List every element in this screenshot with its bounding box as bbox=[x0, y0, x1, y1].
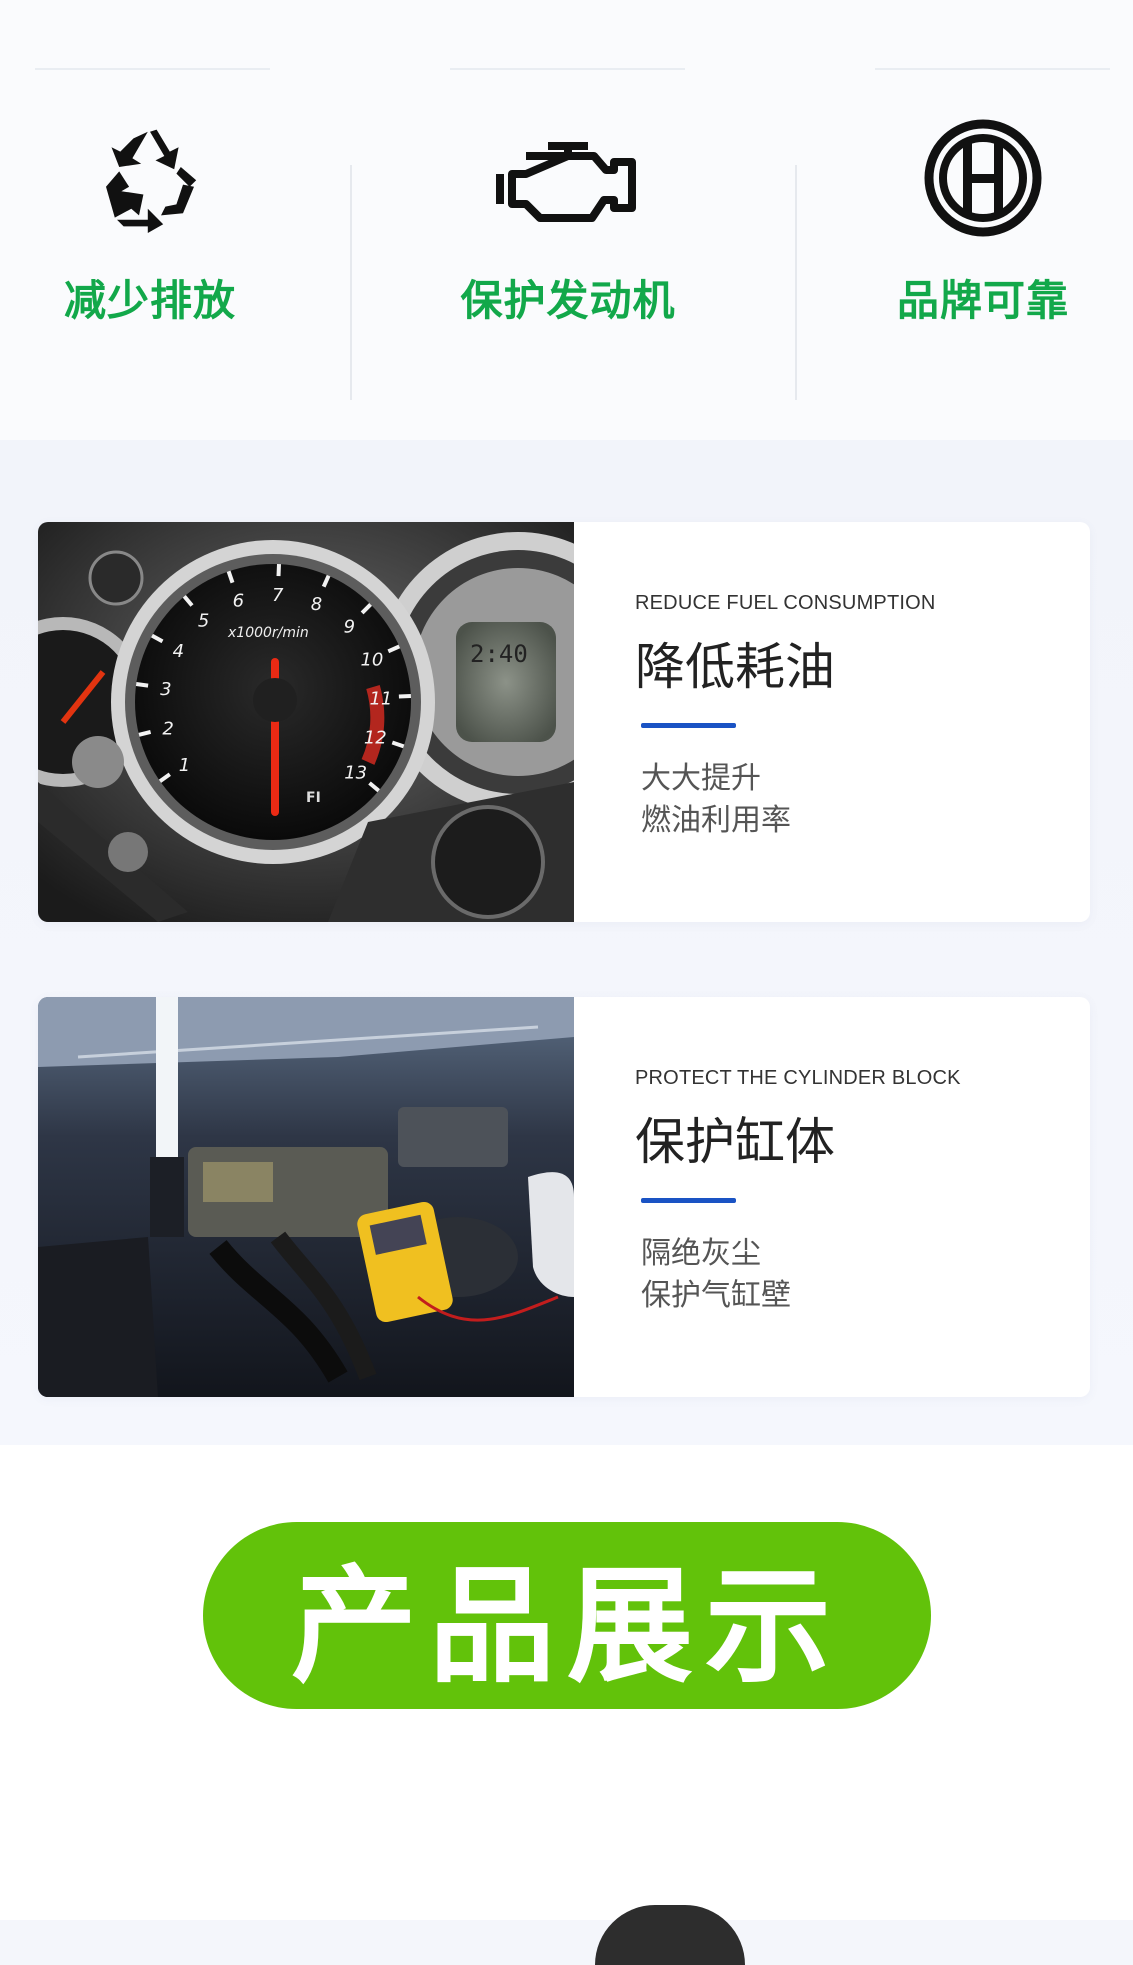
card-reduce-fuel: 2:40 1 2 3 4 5 6 7 8 9 10 11 12 13 x1000r/min FI RED… bbox=[38, 522, 1090, 922]
description-line: 燃油利用率 bbox=[641, 803, 791, 838]
gauge-tick-label: 1 bbox=[179, 755, 190, 776]
card-protect-cylinder: PROTECT THE CYLINDER BLOCK 保护缸体 隔绝灰尘 保护气… bbox=[38, 997, 1090, 1397]
gauge-clock: 2:40 bbox=[470, 640, 528, 668]
divider bbox=[35, 68, 270, 70]
gauge-tick-mark bbox=[398, 694, 411, 699]
gauge-tick-label: 11 bbox=[369, 688, 392, 709]
description-line: 大大提升 bbox=[641, 761, 761, 796]
accent-bar bbox=[641, 1198, 736, 1203]
recycle-icon bbox=[0, 110, 300, 245]
card-text: REDUCE FUEL CONSUMPTION 降低耗油 大大提升 燃油利用率 bbox=[635, 592, 936, 842]
gauge-tick-label: 12 bbox=[364, 728, 387, 749]
gauge-tick-label: 3 bbox=[160, 679, 171, 700]
gauge-tick-label: 7 bbox=[272, 585, 284, 606]
card-description: 大大提升 燃油利用率 bbox=[641, 758, 936, 842]
card-subtitle: PROTECT THE CYLINDER BLOCK bbox=[635, 1067, 961, 1089]
divider bbox=[875, 68, 1110, 70]
product-showcase-banner: 产品展示 bbox=[203, 1522, 931, 1709]
gauge-tick-label: 6 bbox=[233, 591, 244, 612]
feature-reliable-brand: 品牌可靠 bbox=[833, 110, 1133, 328]
gauge-tick-label: 8 bbox=[311, 594, 322, 615]
feature-reduce-emissions: 减少排放 bbox=[0, 110, 300, 328]
gauge-tick-label: 4 bbox=[173, 641, 184, 662]
brand-logo-icon bbox=[833, 110, 1133, 245]
gauge-tick-mark bbox=[138, 729, 152, 737]
feature-label: 品牌可靠 bbox=[896, 276, 1069, 325]
feature-protect-engine: 保护发动机 bbox=[418, 110, 718, 328]
divider bbox=[795, 165, 797, 400]
description-line: 保护气缸壁 bbox=[641, 1278, 791, 1313]
feature-label: 保护发动机 bbox=[460, 276, 676, 325]
gauge-tick-mark bbox=[276, 564, 281, 577]
feature-label: 减少排放 bbox=[63, 276, 236, 325]
gauge-tick-label: 9 bbox=[344, 617, 355, 638]
gauge-tick-label: 10 bbox=[360, 650, 383, 671]
card-title: 保护缸体 bbox=[635, 1113, 835, 1171]
gauge-unit: x1000r/min bbox=[227, 625, 309, 641]
card-description: 隔绝灰尘 保护气缸壁 bbox=[641, 1233, 961, 1317]
card-subtitle: REDUCE FUEL CONSUMPTION bbox=[635, 592, 936, 614]
gauge-tick-label: 13 bbox=[344, 762, 367, 783]
feature-strip: 减少排放 保护发动机 品牌可靠 bbox=[0, 0, 1133, 440]
engine-icon bbox=[418, 110, 718, 245]
divider bbox=[350, 165, 352, 400]
dashboard-photo: 2:40 1 2 3 4 5 6 7 8 9 10 11 12 13 x1000r/min FI bbox=[38, 522, 574, 922]
card-title: 降低耗油 bbox=[635, 638, 835, 696]
accent-bar bbox=[641, 723, 736, 728]
engine-bay-photo bbox=[38, 997, 574, 1397]
gauge-tick-mark bbox=[135, 682, 149, 688]
gauge-tick-label: 2 bbox=[162, 719, 173, 740]
description-line: 隔绝灰尘 bbox=[641, 1236, 761, 1271]
gauge-tick-label: 5 bbox=[198, 610, 209, 631]
card-text: PROTECT THE CYLINDER BLOCK 保护缸体 隔绝灰尘 保护气… bbox=[635, 1067, 961, 1317]
gauge-fi: FI bbox=[306, 790, 321, 806]
divider bbox=[450, 68, 685, 70]
